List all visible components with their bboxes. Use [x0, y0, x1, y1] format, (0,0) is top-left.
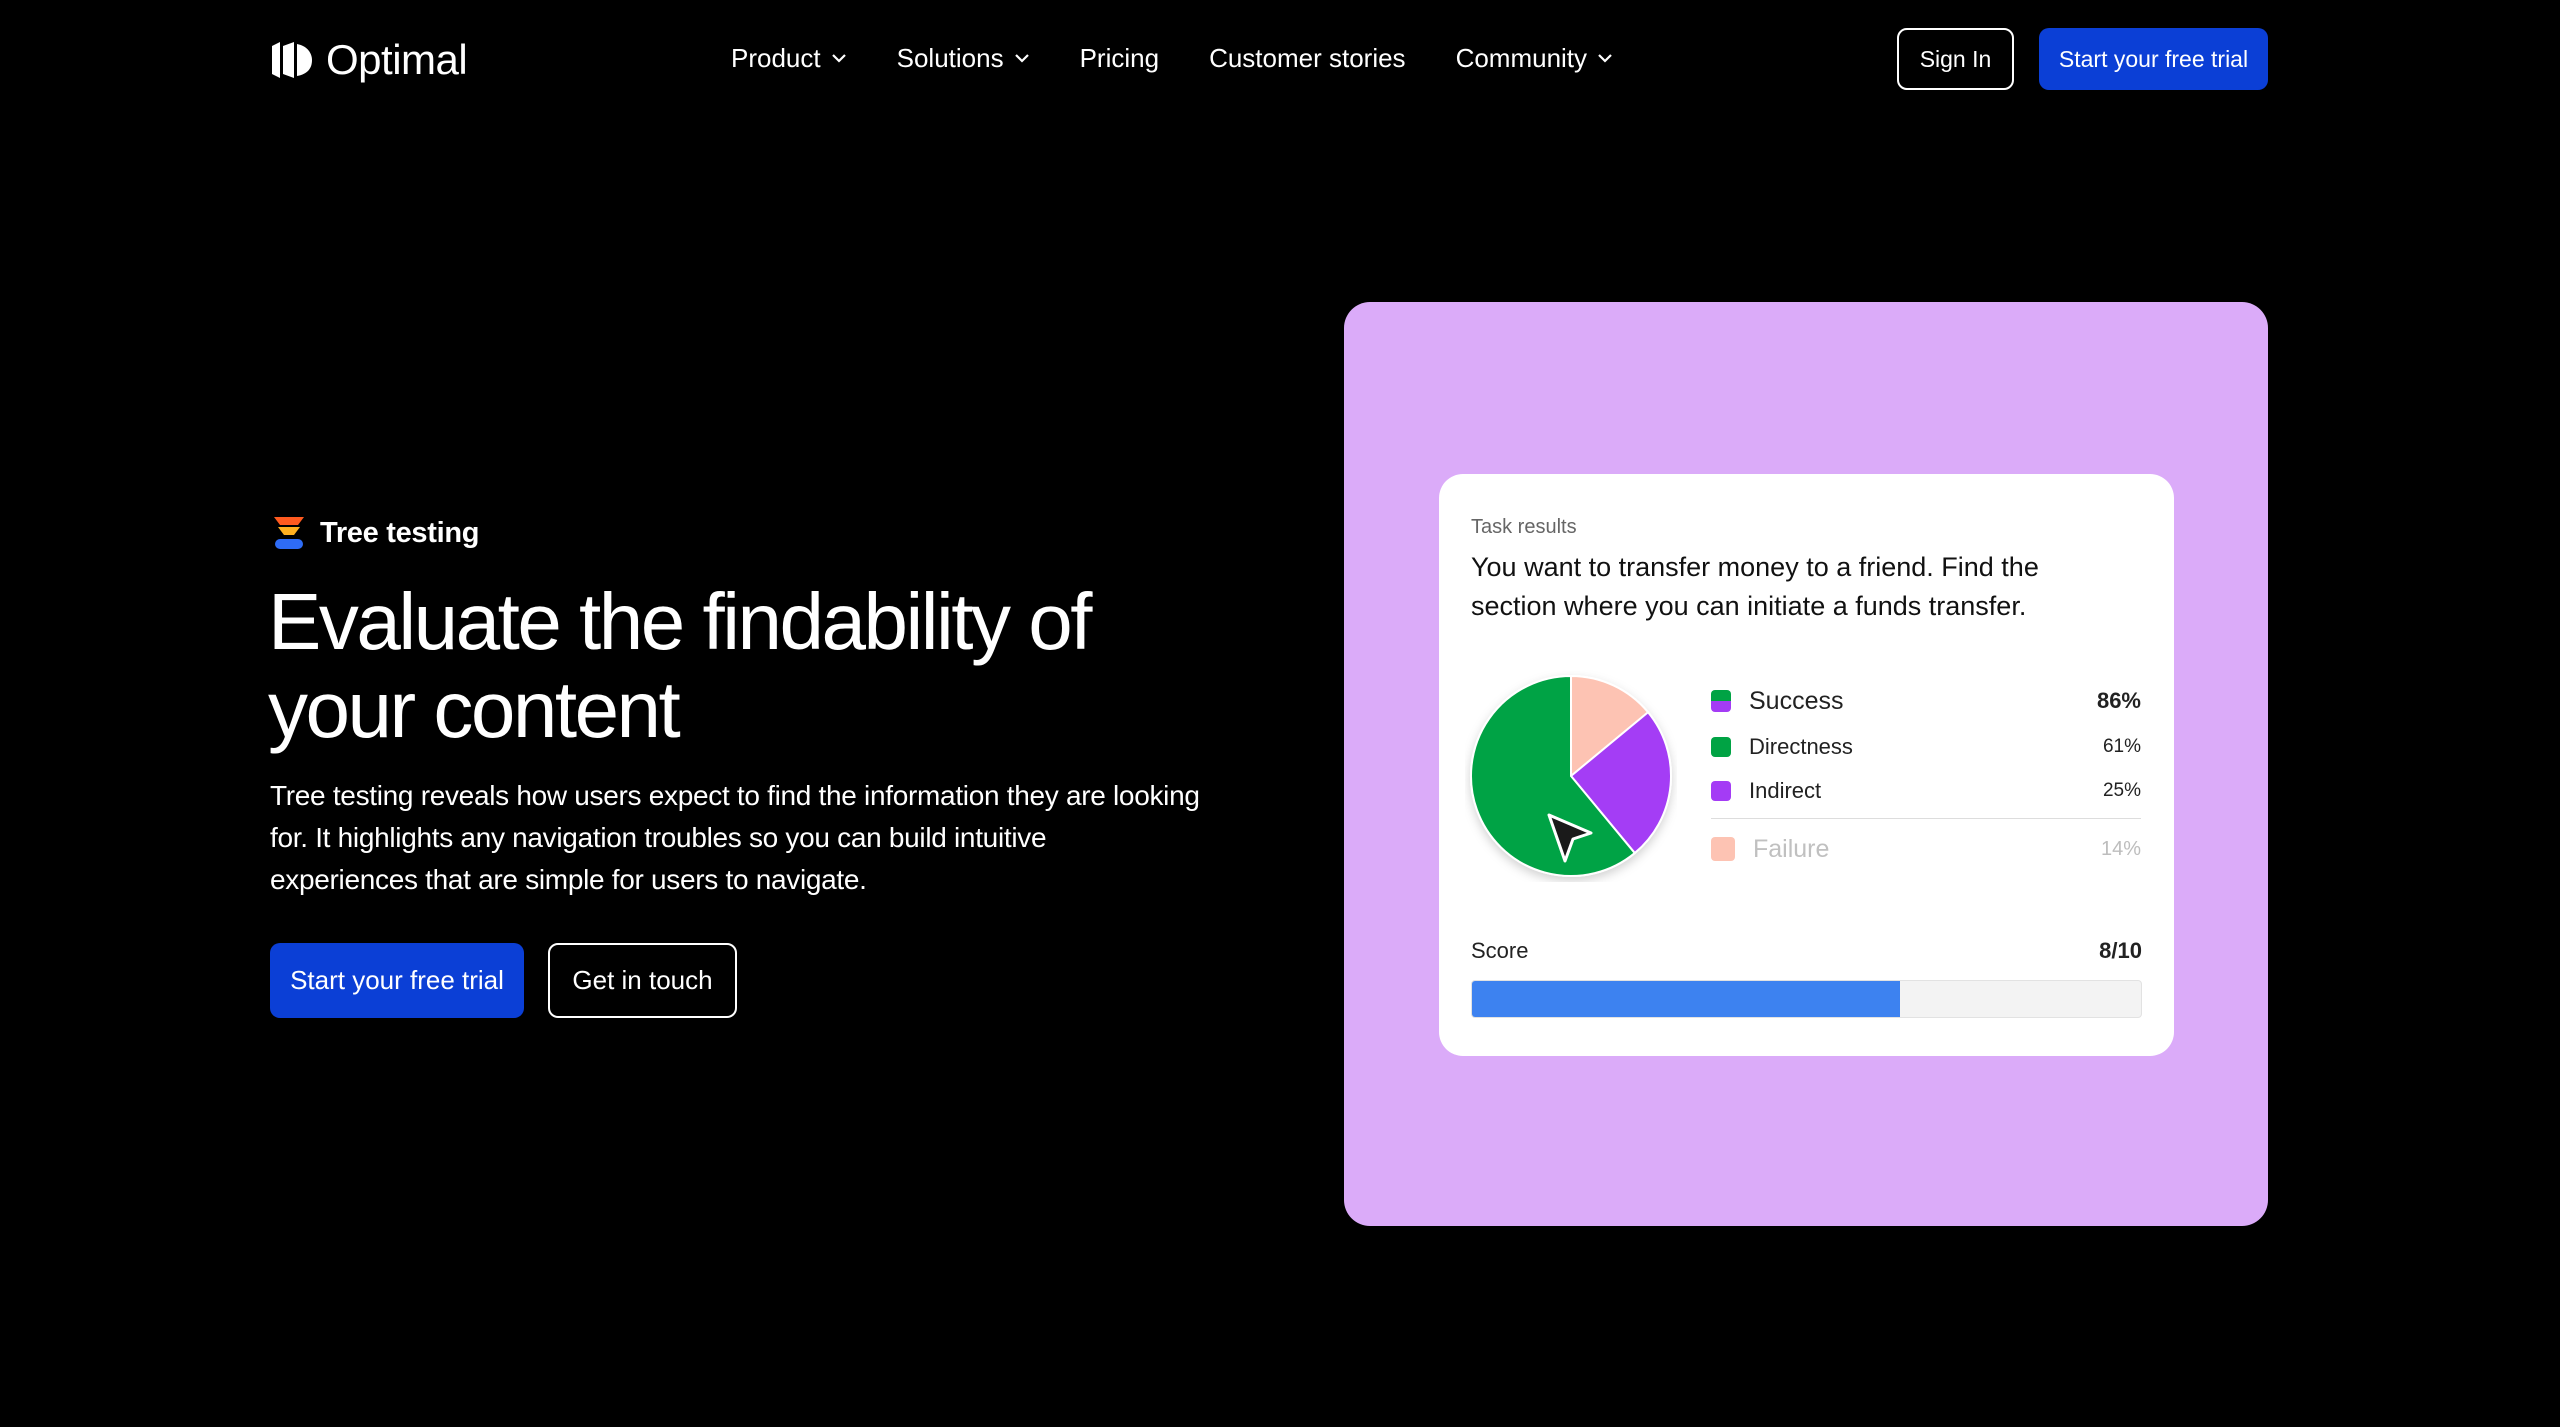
optimal-logo-icon [272, 42, 312, 78]
score-label: Score [1471, 938, 1529, 963]
legend-directness: Directness 61% [1711, 734, 2141, 760]
success-icon [1711, 690, 1731, 712]
chevron-down-icon [1598, 54, 1612, 63]
nav-pricing-label: Pricing [1079, 42, 1160, 73]
legend-value: 86% [2096, 688, 2141, 713]
hero-headline: Evaluate the findability of your content [268, 577, 1092, 754]
legend-success: Success 86% [1711, 686, 2141, 716]
legend-label: Directness [1749, 734, 1853, 759]
legend-value: 25% [2102, 780, 2141, 801]
get-in-touch-button[interactable]: Get in touch [548, 943, 737, 1018]
hero-free-trial-button[interactable]: Start your free trial [270, 943, 524, 1018]
score-bar-fill [1472, 981, 1901, 1017]
chevron-down-icon [1014, 54, 1029, 63]
tag-label: Tree testing [320, 516, 480, 549]
nav-customer-stories-label: Customer stories [1209, 42, 1406, 73]
legend-label: Success [1749, 686, 1844, 715]
legend-label: Failure [1753, 834, 1830, 863]
task-results-card: Task results You want to transfer money … [1439, 474, 2174, 1056]
nav-customer-stories[interactable]: Customer stories [1209, 43, 1406, 74]
nav-links: Product Solutions Pricing Customer stori… [731, 38, 1613, 78]
nav-product[interactable]: Product [731, 43, 847, 74]
nav-solutions[interactable]: Solutions [897, 43, 1030, 74]
directness-swatch [1711, 737, 1731, 757]
nav-pricing[interactable]: Pricing [1080, 43, 1159, 74]
nav-free-trial-button[interactable]: Start your free trial [2039, 28, 2268, 90]
score-value: 8/10 [2099, 938, 2142, 963]
nav-solutions-label: Solutions [896, 42, 1004, 73]
tree-testing-icon [274, 517, 304, 549]
legend-value: 61% [2102, 736, 2141, 757]
nav-product-label: Product [731, 42, 821, 73]
brand-name: Optimal [326, 36, 468, 83]
mouse-cursor-icon [1547, 813, 1593, 863]
legend-divider [1711, 818, 2141, 819]
hero-description: Tree testing reveals how users expect to… [270, 780, 1200, 895]
product-tag: Tree testing [272, 515, 479, 551]
legend-indirect: Indirect 25% [1711, 778, 2141, 804]
indirect-swatch [1711, 781, 1731, 801]
legend-label: Indirect [1749, 778, 1822, 803]
legend-value: 14% [2100, 837, 2141, 860]
brand-logo[interactable]: Optimal [270, 36, 468, 84]
task-question: You want to transfer money to a friend. … [1471, 552, 2039, 621]
sign-in-button[interactable]: Sign In [1897, 28, 2014, 90]
card-label: Task results [1471, 516, 1577, 538]
score-bar [1471, 980, 2142, 1018]
failure-swatch [1711, 837, 1735, 861]
chevron-down-icon [831, 54, 846, 63]
legend-failure: Failure 14% [1711, 834, 2141, 864]
nav-community-label: Community [1455, 42, 1588, 73]
nav-community[interactable]: Community [1456, 43, 1613, 74]
top-nav: Optimal Product Solutions Pricing Custom… [0, 0, 2560, 118]
